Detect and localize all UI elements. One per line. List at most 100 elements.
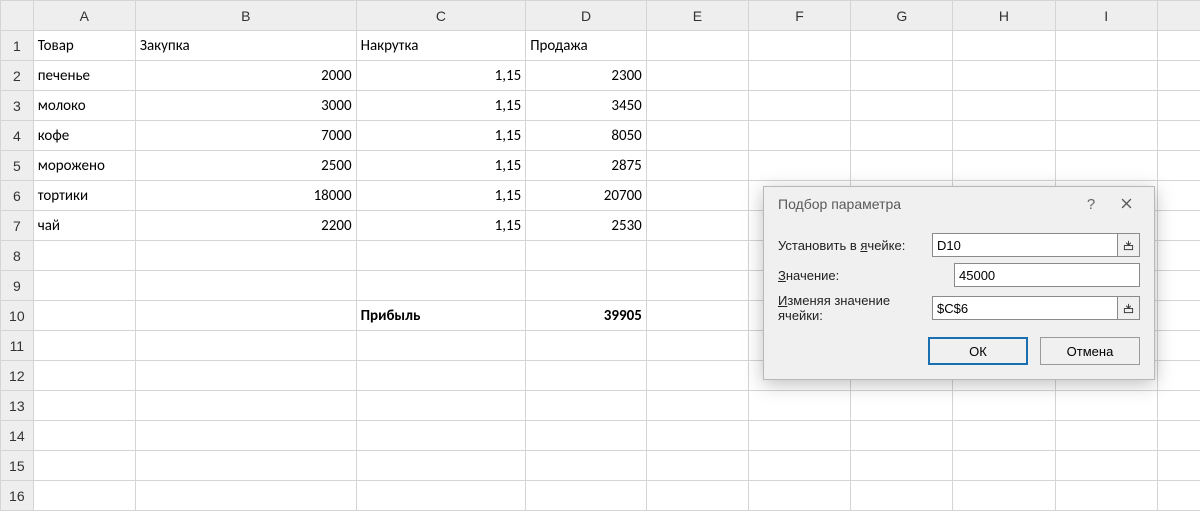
cell-C5[interactable]: 1,15	[356, 151, 526, 181]
row-header-7[interactable]: 7	[1, 211, 34, 241]
close-icon[interactable]	[1106, 197, 1146, 212]
cell-C14[interactable]	[356, 421, 526, 451]
cell-G3[interactable]	[851, 91, 953, 121]
cell-B16[interactable]	[135, 481, 356, 511]
cell-J9[interactable]	[1157, 271, 1200, 301]
cell-F15[interactable]	[748, 451, 850, 481]
cell-E9[interactable]	[646, 271, 748, 301]
row-header-14[interactable]: 14	[1, 421, 34, 451]
value-input[interactable]	[954, 263, 1140, 287]
cell-A2[interactable]: печенье	[33, 61, 135, 91]
cell-F3[interactable]	[748, 91, 850, 121]
dialog-titlebar[interactable]: Подбор параметра ?	[764, 187, 1154, 221]
cell-E3[interactable]	[646, 91, 748, 121]
cell-B6[interactable]: 18000	[135, 181, 356, 211]
col-header-C[interactable]: C	[356, 1, 526, 31]
cell-E8[interactable]	[646, 241, 748, 271]
cell-H14[interactable]	[953, 421, 1055, 451]
cell-D5[interactable]: 2875	[526, 151, 647, 181]
cell-C12[interactable]	[356, 361, 526, 391]
cell-H1[interactable]	[953, 31, 1055, 61]
cell-B3[interactable]: 3000	[135, 91, 356, 121]
cell-E14[interactable]	[646, 421, 748, 451]
cell-C15[interactable]	[356, 451, 526, 481]
cell-D7[interactable]: 2530	[526, 211, 647, 241]
cell-H13[interactable]	[953, 391, 1055, 421]
cell-F14[interactable]	[748, 421, 850, 451]
help-icon[interactable]: ?	[1076, 196, 1106, 213]
cell-H5[interactable]	[953, 151, 1055, 181]
cell-A11[interactable]	[33, 331, 135, 361]
row-header-13[interactable]: 13	[1, 391, 34, 421]
cell-B7[interactable]: 2200	[135, 211, 356, 241]
cell-H3[interactable]	[953, 91, 1055, 121]
cell-A7[interactable]: чай	[33, 211, 135, 241]
cell-D16[interactable]	[526, 481, 647, 511]
cell-E12[interactable]	[646, 361, 748, 391]
cell-A3[interactable]: молоко	[33, 91, 135, 121]
cell-J13[interactable]	[1157, 391, 1200, 421]
col-header-F[interactable]: F	[748, 1, 850, 31]
cell-D2[interactable]: 2300	[526, 61, 647, 91]
cell-A14[interactable]	[33, 421, 135, 451]
cell-C16[interactable]	[356, 481, 526, 511]
cell-G4[interactable]	[851, 121, 953, 151]
cell-G14[interactable]	[851, 421, 953, 451]
cell-J4[interactable]	[1157, 121, 1200, 151]
cell-I2[interactable]	[1055, 61, 1157, 91]
cell-E2[interactable]	[646, 61, 748, 91]
cell-E7[interactable]	[646, 211, 748, 241]
cell-I5[interactable]	[1055, 151, 1157, 181]
cell-D10[interactable]: 39905	[526, 301, 647, 331]
cell-E1[interactable]	[646, 31, 748, 61]
cell-D6[interactable]: 20700	[526, 181, 647, 211]
cell-A16[interactable]	[33, 481, 135, 511]
row-header-16[interactable]: 16	[1, 481, 34, 511]
cell-H4[interactable]	[953, 121, 1055, 151]
cell-D11[interactable]	[526, 331, 647, 361]
row-header-6[interactable]: 6	[1, 181, 34, 211]
cell-G15[interactable]	[851, 451, 953, 481]
cell-C6[interactable]: 1,15	[356, 181, 526, 211]
cell-A12[interactable]	[33, 361, 135, 391]
cell-E6[interactable]	[646, 181, 748, 211]
cell-E4[interactable]	[646, 121, 748, 151]
col-header-A[interactable]: A	[33, 1, 135, 31]
row-header-3[interactable]: 3	[1, 91, 34, 121]
cancel-button[interactable]: Отмена	[1040, 337, 1140, 365]
cell-C4[interactable]: 1,15	[356, 121, 526, 151]
cell-A5[interactable]: морожено	[33, 151, 135, 181]
row-header-15[interactable]: 15	[1, 451, 34, 481]
cell-D15[interactable]	[526, 451, 647, 481]
cell-C1[interactable]: Накрутка	[356, 31, 526, 61]
cell-B1[interactable]: Закупка	[135, 31, 356, 61]
cell-A10[interactable]	[33, 301, 135, 331]
refedit-collapse-icon[interactable]	[1118, 296, 1140, 320]
cell-C13[interactable]	[356, 391, 526, 421]
col-header-B[interactable]: B	[135, 1, 356, 31]
cell-J12[interactable]	[1157, 361, 1200, 391]
cell-E15[interactable]	[646, 451, 748, 481]
col-header-E[interactable]: E	[646, 1, 748, 31]
cell-I1[interactable]	[1055, 31, 1157, 61]
row-header-2[interactable]: 2	[1, 61, 34, 91]
cell-I16[interactable]	[1055, 481, 1157, 511]
cell-D8[interactable]	[526, 241, 647, 271]
cell-J3[interactable]	[1157, 91, 1200, 121]
cell-F16[interactable]	[748, 481, 850, 511]
cell-J7[interactable]	[1157, 211, 1200, 241]
ok-button[interactable]: ОК	[928, 337, 1028, 365]
cell-F5[interactable]	[748, 151, 850, 181]
cell-H2[interactable]	[953, 61, 1055, 91]
cell-J10[interactable]	[1157, 301, 1200, 331]
cell-B9[interactable]	[135, 271, 356, 301]
cell-D4[interactable]: 8050	[526, 121, 647, 151]
cell-F4[interactable]	[748, 121, 850, 151]
cell-J11[interactable]	[1157, 331, 1200, 361]
cell-G1[interactable]	[851, 31, 953, 61]
cell-I14[interactable]	[1055, 421, 1157, 451]
cell-B13[interactable]	[135, 391, 356, 421]
cell-A13[interactable]	[33, 391, 135, 421]
cell-G16[interactable]	[851, 481, 953, 511]
cell-D13[interactable]	[526, 391, 647, 421]
